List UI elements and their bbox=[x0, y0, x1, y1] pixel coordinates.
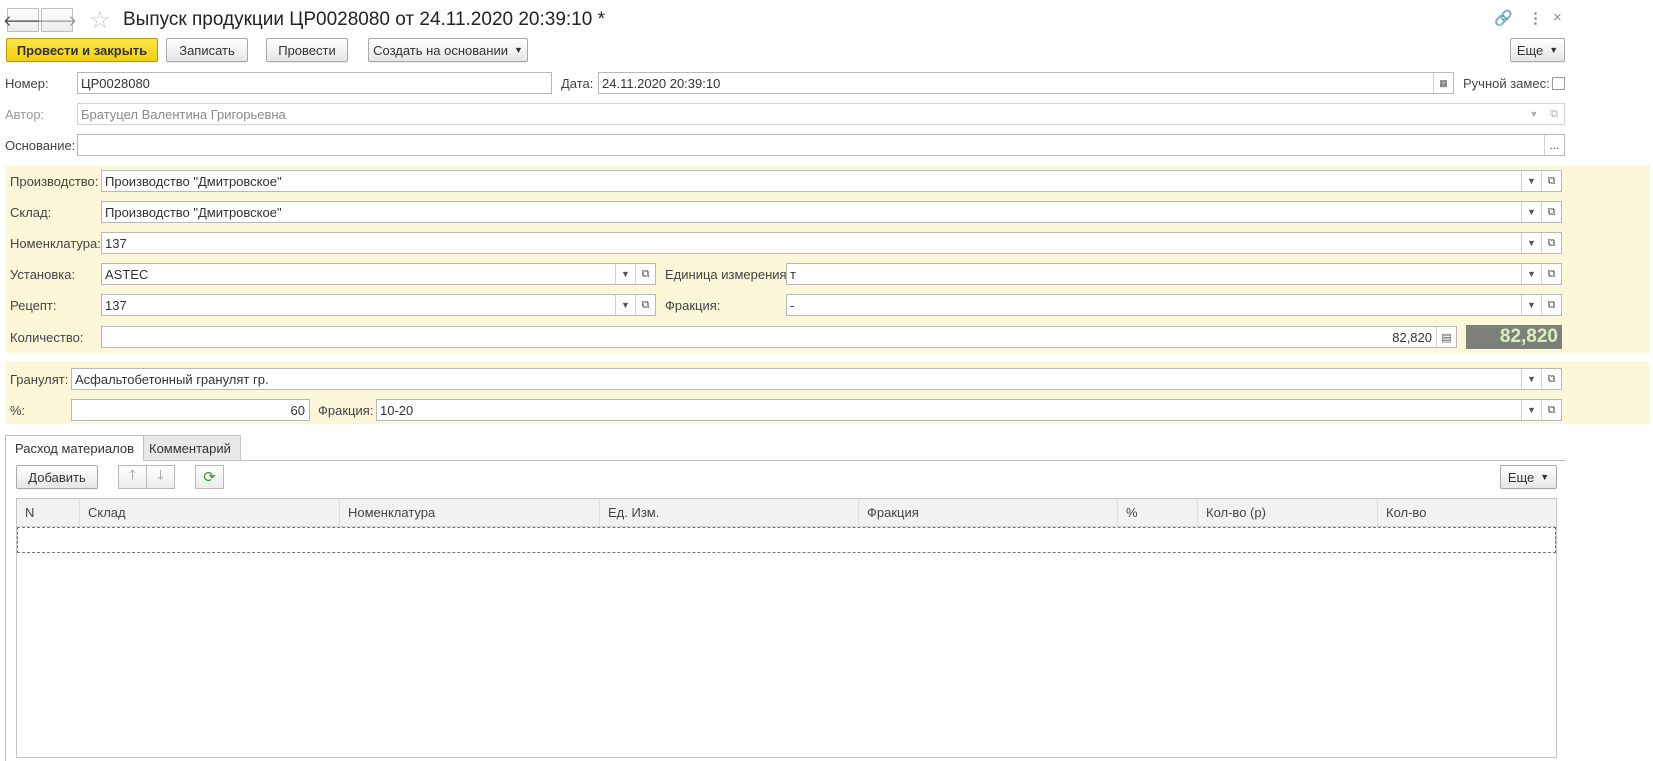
open-icon[interactable]: ⧉ bbox=[1541, 295, 1561, 315]
chevron-down-icon[interactable]: ▼ bbox=[1521, 233, 1541, 253]
save-button[interactable]: Записать bbox=[166, 38, 248, 62]
column-header-unit[interactable]: Ед. Изм. bbox=[600, 499, 859, 526]
chevron-down-icon[interactable]: ▼ bbox=[1521, 171, 1541, 191]
arrow-down-icon: 🡓 bbox=[157, 467, 164, 482]
quantity-display: 82,820 bbox=[1466, 325, 1562, 349]
more-button[interactable]: Еще ▼ bbox=[1510, 38, 1565, 62]
column-header-qty-r[interactable]: Кол-во (р) bbox=[1198, 499, 1378, 526]
chevron-down-icon: ▼ bbox=[513, 45, 523, 55]
column-header-qty[interactable]: Кол-во bbox=[1378, 499, 1556, 526]
basis-label: Основание: bbox=[5, 138, 76, 153]
favorite-star-icon[interactable]: ☆ bbox=[89, 6, 111, 35]
granulate-label: Гранулят: bbox=[10, 372, 69, 387]
chevron-down-icon[interactable]: ▼ bbox=[1521, 369, 1541, 389]
arrow-up-icon: 🡑 bbox=[129, 467, 136, 482]
open-icon[interactable]: ⧉ bbox=[635, 264, 655, 284]
open-icon[interactable]: ⧉ bbox=[1541, 171, 1561, 191]
warehouse-label: Склад: bbox=[10, 205, 52, 220]
nomenclature-label: Номенклатура: bbox=[10, 236, 101, 251]
production-label: Производство: bbox=[10, 174, 99, 189]
production-field[interactable]: Производство "Дмитровское" ▼ ⧉ bbox=[101, 170, 1562, 192]
column-header-n[interactable]: N bbox=[17, 499, 80, 526]
refresh-button[interactable]: ⟳ bbox=[195, 465, 224, 489]
column-header-warehouse[interactable]: Склад bbox=[80, 499, 340, 526]
manual-mix-label: Ручной замес: bbox=[1463, 76, 1550, 91]
column-header-fraction[interactable]: Фракция bbox=[859, 499, 1118, 526]
link-icon[interactable]: 🔗 bbox=[1494, 9, 1513, 27]
refresh-icon: ⟳ bbox=[203, 469, 216, 486]
quantity-field[interactable]: 82,820 ▤ bbox=[101, 326, 1457, 348]
add-button[interactable]: Добавить bbox=[16, 465, 98, 489]
chevron-down-icon[interactable]: ▼ bbox=[1521, 264, 1541, 284]
granulate-field[interactable]: Асфальтобетонный гранулят гр. ▼ ⧉ bbox=[71, 368, 1562, 390]
create-based-on-button[interactable]: Создать на основании ▼ bbox=[368, 38, 528, 62]
warehouse-field[interactable]: Производство "Дмитровское" ▼ ⧉ bbox=[101, 201, 1562, 223]
quantity-label: Количество: bbox=[10, 330, 84, 345]
move-up-button[interactable]: 🡑 bbox=[118, 465, 147, 489]
recipe-label: Рецепт: bbox=[10, 298, 57, 313]
page-title: Выпуск продукции ЦР0028080 от 24.11.2020… bbox=[123, 9, 605, 30]
close-icon[interactable]: × bbox=[1553, 9, 1562, 26]
open-icon[interactable]: ⧉ bbox=[1544, 104, 1564, 124]
basis-field[interactable]: ... bbox=[77, 134, 1565, 156]
chevron-down-icon[interactable]: ▼ bbox=[1524, 104, 1544, 124]
calendar-icon[interactable]: ▦ bbox=[1433, 73, 1453, 93]
move-down-button[interactable]: 🡓 bbox=[146, 465, 175, 489]
tab-comment[interactable]: Комментарий bbox=[139, 435, 241, 461]
post-button[interactable]: Провести bbox=[266, 38, 348, 62]
number-field[interactable]: ЦР0028080 bbox=[77, 72, 552, 94]
table-row[interactable] bbox=[17, 527, 1556, 553]
production-panel bbox=[5, 165, 1650, 353]
open-icon[interactable]: ⧉ bbox=[1541, 369, 1561, 389]
table-more-button[interactable]: Еще ▼ bbox=[1500, 465, 1557, 489]
manual-mix-checkbox[interactable] bbox=[1552, 77, 1565, 90]
open-icon[interactable]: ⧉ bbox=[635, 295, 655, 315]
calculator-icon[interactable]: ▤ bbox=[1436, 327, 1456, 347]
chevron-down-icon: ▼ bbox=[1549, 45, 1559, 55]
column-header-nomenclature[interactable]: Номенклатура bbox=[340, 499, 600, 526]
number-label: Номер: bbox=[5, 76, 49, 91]
percent-field[interactable]: 60 bbox=[71, 399, 310, 421]
date-label: Дата: bbox=[561, 76, 594, 91]
granulate-fraction-label: Фракция: bbox=[318, 403, 374, 418]
open-icon[interactable]: ⧉ bbox=[1541, 202, 1561, 222]
chevron-down-icon[interactable]: ▼ bbox=[615, 264, 635, 284]
more-vertical-icon[interactable]: ⋮ bbox=[1528, 9, 1543, 27]
chevron-down-icon: ▼ bbox=[1540, 472, 1550, 482]
date-field[interactable]: 24.11.2020 20:39:10 ▦ bbox=[598, 72, 1454, 94]
installation-label: Установка: bbox=[10, 267, 76, 282]
author-field[interactable]: Братуцел Валентина Григорьевна ▼ ⧉ bbox=[77, 103, 1565, 125]
unit-field[interactable]: т ▼ ⧉ bbox=[786, 263, 1562, 285]
unit-label: Единица измерения: bbox=[665, 267, 791, 282]
chevron-down-icon[interactable]: ▼ bbox=[615, 295, 635, 315]
nomenclature-field[interactable]: 137 ▼ ⧉ bbox=[101, 232, 1562, 254]
open-icon[interactable]: ⧉ bbox=[1541, 400, 1561, 420]
recipe-field[interactable]: 137 ▼ ⧉ bbox=[101, 294, 656, 316]
open-icon[interactable]: ⧉ bbox=[1541, 233, 1561, 253]
chevron-down-icon[interactable]: ▼ bbox=[1521, 295, 1541, 315]
post-and-close-button[interactable]: Провести и закрыть bbox=[6, 38, 158, 62]
arrow-right-icon: 🡒 bbox=[36, 12, 78, 30]
fraction-label: Фракция: bbox=[665, 298, 721, 313]
granulate-fraction-field[interactable]: 10-20 ▼ ⧉ bbox=[376, 399, 1562, 421]
select-button[interactable]: ... bbox=[1544, 135, 1564, 155]
percent-label: %: bbox=[10, 403, 26, 418]
chevron-down-icon[interactable]: ▼ bbox=[1521, 202, 1541, 222]
fraction-field[interactable]: - ▼ ⧉ bbox=[786, 294, 1562, 316]
column-header-percent[interactable]: % bbox=[1118, 499, 1198, 526]
materials-table[interactable]: N Склад Номенклатура Ед. Изм. Фракция % … bbox=[16, 498, 1557, 758]
installation-field[interactable]: ASTEC ▼ ⧉ bbox=[101, 263, 656, 285]
author-label: Автор: bbox=[5, 107, 45, 122]
forward-button[interactable]: 🡒 bbox=[37, 8, 77, 32]
tab-materials[interactable]: Расход материалов bbox=[5, 435, 144, 461]
chevron-down-icon[interactable]: ▼ bbox=[1521, 400, 1541, 420]
table-header: N Склад Номенклатура Ед. Изм. Фракция % … bbox=[17, 499, 1556, 527]
open-icon[interactable]: ⧉ bbox=[1541, 264, 1561, 284]
back-button[interactable]: 🡐 bbox=[3, 8, 43, 32]
